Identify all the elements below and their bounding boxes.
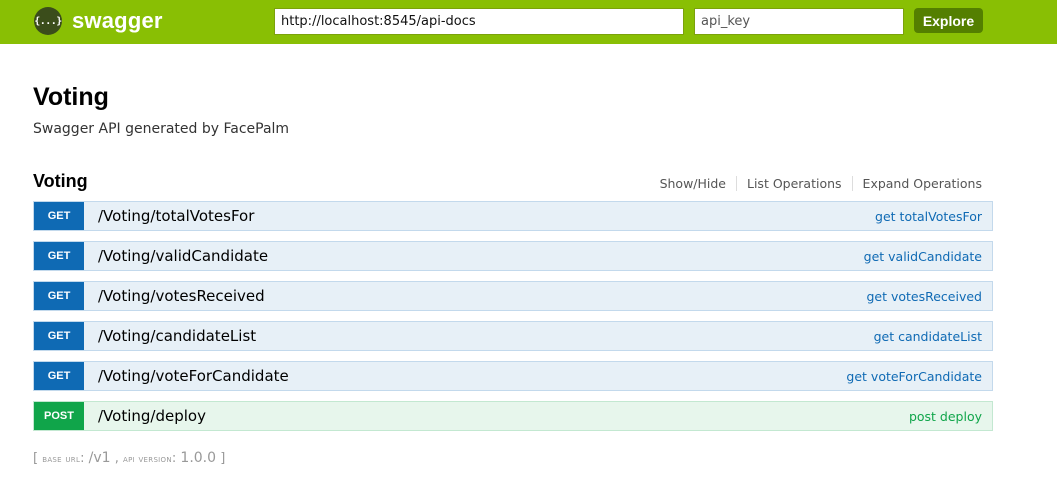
operation-row[interactable]: GET /Voting/candidateList get candidateL… xyxy=(33,321,993,351)
operation-row[interactable]: GET /Voting/validCandidate get validCand… xyxy=(33,241,993,271)
header-bar: {...} swagger Explore xyxy=(0,0,1057,44)
operation-row[interactable]: GET /Voting/votesReceived get votesRecei… xyxy=(33,281,993,311)
api-url-input[interactable] xyxy=(274,8,684,35)
operation-path[interactable]: /Voting/candidateList xyxy=(98,327,256,345)
base-url-value: /v1 xyxy=(88,450,111,466)
operation-summary[interactable]: get totalVotesFor xyxy=(875,209,982,224)
method-badge: GET xyxy=(34,202,84,230)
method-badge: GET xyxy=(34,362,84,390)
api-description: Swagger API generated by FacePalm xyxy=(33,121,290,137)
method-badge: GET xyxy=(34,282,84,310)
explore-button[interactable]: Explore xyxy=(914,8,983,33)
operation-summary[interactable]: get votesReceived xyxy=(866,289,982,304)
resource-links: Show/Hide List Operations Expand Operati… xyxy=(650,176,982,191)
api-version-label: api version xyxy=(123,454,172,465)
method-badge: GET xyxy=(34,242,84,270)
operation-path[interactable]: /Voting/totalVotesFor xyxy=(98,207,254,225)
operation-summary[interactable]: get validCandidate xyxy=(864,249,982,264)
expand-operations-link[interactable]: Expand Operations xyxy=(853,176,982,191)
footer-separator: , xyxy=(114,451,119,466)
footer-open-bracket: [ xyxy=(33,451,39,466)
operation-path[interactable]: /Voting/votesReceived xyxy=(98,287,265,305)
operation-row[interactable]: GET /Voting/voteForCandidate get voteFor… xyxy=(33,361,993,391)
operation-path[interactable]: /Voting/validCandidate xyxy=(98,247,268,265)
list-operations-link[interactable]: List Operations xyxy=(737,176,853,191)
operation-row[interactable]: GET /Voting/totalVotesFor get totalVotes… xyxy=(33,201,993,231)
show-hide-link[interactable]: Show/Hide xyxy=(650,176,737,191)
api-title: Voting xyxy=(33,83,109,111)
operation-summary[interactable]: post deploy xyxy=(909,409,982,424)
method-badge: GET xyxy=(34,322,84,350)
operation-path[interactable]: /Voting/voteForCandidate xyxy=(98,367,289,385)
base-url-label: base url xyxy=(42,454,81,465)
operation-summary[interactable]: get candidateList xyxy=(874,329,982,344)
operation-row[interactable]: POST /Voting/deploy post deploy xyxy=(33,401,993,431)
api-version-value: 1.0.0 xyxy=(180,450,217,466)
operation-path[interactable]: /Voting/deploy xyxy=(98,407,206,425)
api-footer: [ base url: /v1 , api version: 1.0.0 ] xyxy=(33,450,226,466)
operation-summary[interactable]: get voteForCandidate xyxy=(846,369,982,384)
swagger-logo-icon: {...} xyxy=(34,7,62,35)
resource-name[interactable]: Voting xyxy=(33,171,88,192)
swagger-logo-text: swagger xyxy=(72,8,163,33)
footer-close-bracket: ] xyxy=(220,451,226,466)
method-badge: POST xyxy=(34,402,84,430)
swagger-logo[interactable]: {...} swagger xyxy=(34,7,163,35)
api-key-input[interactable] xyxy=(694,8,904,35)
operations-list: GET /Voting/totalVotesFor get totalVotes… xyxy=(33,201,993,441)
